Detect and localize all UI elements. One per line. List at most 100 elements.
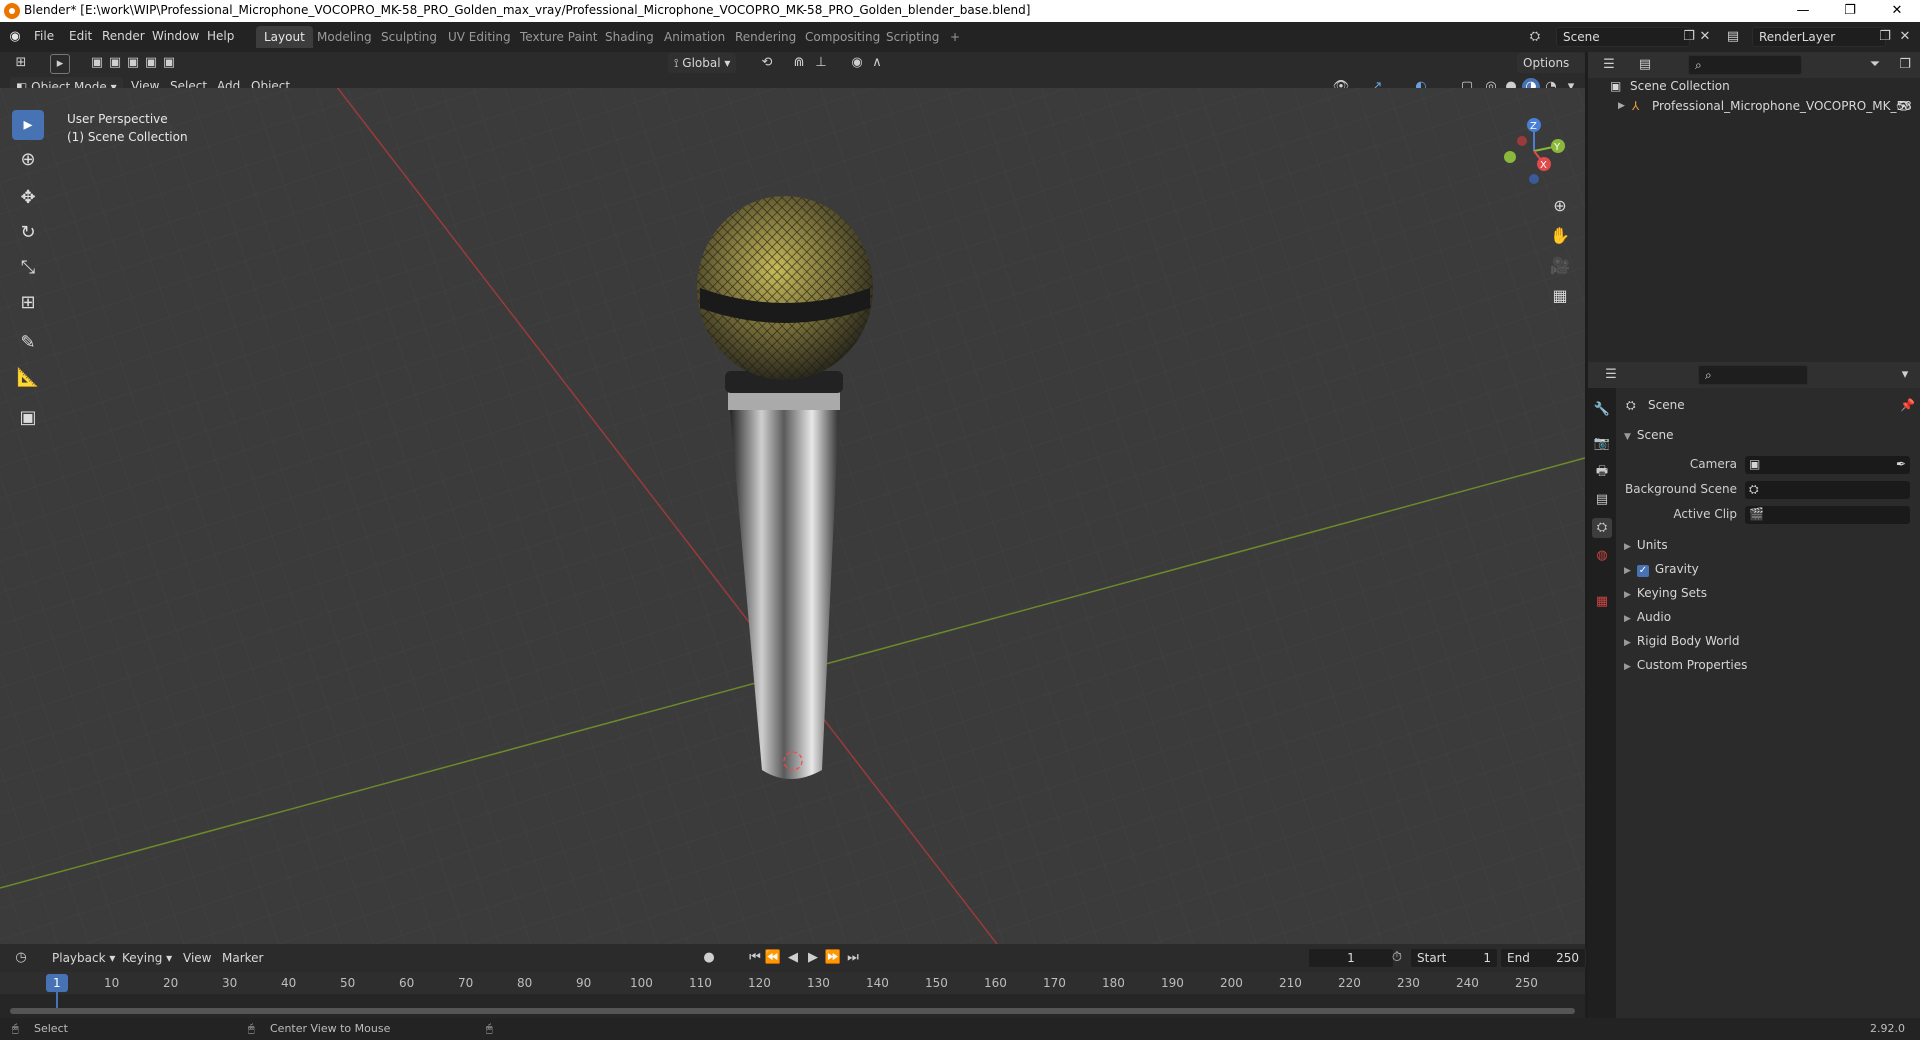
outliner-row-scene-collection[interactable]: ▣ Scene Collection — [1588, 76, 1920, 96]
falloff-icon[interactable]: ∧ — [868, 54, 886, 72]
menu-render[interactable]: Render — [102, 29, 145, 43]
proportional-edit-icon[interactable]: ◉ — [848, 54, 866, 72]
jump-start-icon[interactable]: ⏮ — [746, 949, 764, 967]
zoom-icon[interactable]: ⊕ — [1548, 194, 1572, 218]
tab-shading[interactable]: Shading — [597, 26, 662, 48]
eye-visibility-icon[interactable]: 👁 — [1896, 96, 1911, 116]
properties-options-icon[interactable]: ▾ — [1896, 366, 1914, 384]
renderlayer-field[interactable]: RenderLayer — [1752, 27, 1886, 47]
texture-tab-icon[interactable]: ▦ — [1592, 592, 1612, 612]
add-workspace-button[interactable]: + — [942, 26, 968, 48]
tab-texture-paint[interactable]: Texture Paint — [512, 26, 605, 48]
timeline-editor-icon[interactable]: ◷ — [12, 949, 30, 967]
snap-icon[interactable]: ⋒ — [790, 54, 808, 72]
pin-icon[interactable]: 📌 — [1900, 398, 1915, 412]
tab-modeling[interactable]: Modeling — [309, 26, 380, 48]
outliner-row-microphone[interactable]: ▶ ⅄ Professional_Microphone_VOCOPRO_MK_5… — [1588, 96, 1920, 116]
tab-uv-editing[interactable]: UV Editing — [440, 26, 519, 48]
tab-scripting[interactable]: Scripting — [878, 26, 947, 48]
menu-window[interactable]: Window — [152, 29, 199, 43]
section-rigid-body-world[interactable]: ▶ Rigid Body World — [1624, 634, 1739, 648]
timeline-scrollbar[interactable] — [10, 1008, 1575, 1014]
options-dropdown[interactable]: Options ▾ — [1517, 53, 1585, 90]
tool-tab-icon[interactable]: 🔧 — [1592, 400, 1612, 420]
timeline-menu-view[interactable]: View — [183, 951, 211, 965]
snap-target-icon[interactable]: ⊥ — [812, 54, 830, 72]
gravity-checkbox[interactable]: ✓ — [1636, 565, 1649, 577]
jump-keyframe-back-icon[interactable]: ⏪ — [764, 949, 782, 967]
scene-icon[interactable]: ⛭ — [1526, 28, 1544, 46]
close-button[interactable]: ✕ — [1874, 0, 1920, 22]
section-keying-sets[interactable]: ▶ Keying Sets — [1624, 586, 1707, 600]
minimize-button[interactable]: — — [1780, 0, 1826, 22]
scale-tool-icon[interactable]: ⤡ — [12, 253, 44, 283]
timeline-menu-marker[interactable]: Marker — [222, 951, 263, 965]
menu-edit[interactable]: Edit — [69, 29, 92, 43]
select-tool-icon[interactable]: ▸ — [50, 54, 70, 74]
navigation-gizmo[interactable]: Z Y X — [1500, 116, 1580, 191]
add-cube-tool-icon[interactable]: ▣ — [12, 403, 44, 433]
render-tab-icon[interactable]: 📷 — [1592, 434, 1612, 454]
select-box-tool-icon[interactable]: ▸ — [12, 110, 44, 140]
move-tool-icon[interactable]: ✥ — [12, 183, 44, 213]
output-tab-icon[interactable]: 🖶 — [1592, 462, 1612, 482]
menu-help[interactable]: Help — [207, 29, 234, 43]
cursor-tool-icon[interactable]: ⊕ — [12, 145, 44, 175]
world-tab-icon[interactable]: ◍ — [1592, 546, 1612, 566]
menu-file[interactable]: File — [34, 29, 54, 43]
tab-rendering[interactable]: Rendering — [727, 26, 804, 48]
select-new-icon[interactable]: ▣ — [88, 54, 106, 72]
new-layer-icon[interactable]: ❐ — [1876, 28, 1894, 46]
stopwatch-icon[interactable]: ⏱ — [1388, 949, 1406, 967]
tab-compositing[interactable]: Compositing — [797, 26, 888, 48]
pan-hand-icon[interactable]: ✋ — [1548, 224, 1572, 248]
display-mode-icon[interactable]: ▤ — [1636, 56, 1654, 74]
scene-tab-icon[interactable]: ⛭ — [1592, 518, 1612, 538]
expand-arrow-icon[interactable]: ▶ — [1618, 96, 1625, 116]
scene-field[interactable]: Scene — [1556, 27, 1690, 47]
tab-animation[interactable]: Animation — [656, 26, 733, 48]
scene-panel-header[interactable]: ▼ Scene — [1624, 428, 1674, 442]
start-frame-field[interactable]: Start 1 — [1410, 948, 1498, 968]
jump-keyframe-forward-icon[interactable]: ⏩ — [824, 949, 842, 967]
rotate-tool-icon[interactable]: ↻ — [12, 218, 44, 248]
end-frame-field[interactable]: End 250 — [1500, 948, 1586, 968]
select-intersect-icon[interactable]: ▣ — [160, 54, 178, 72]
section-gravity[interactable]: ▶ ✓ Gravity — [1624, 562, 1699, 577]
annotate-tool-icon[interactable]: ✎ — [12, 328, 44, 358]
outliner-search-input[interactable]: ⌕ — [1688, 55, 1802, 75]
outliner-editor-icon[interactable]: ☰ — [1600, 56, 1618, 74]
transform-orientation-dropdown[interactable]: ⟟ Global ▾ — [668, 53, 737, 73]
filter-icon[interactable]: ⏷ — [1866, 56, 1884, 74]
eyedropper-icon[interactable]: ✒ — [1896, 457, 1906, 471]
3d-viewport[interactable]: ▸ ⊕ ✥ ↻ ⤡ ⊞ ✎ 📐 ▣ Z Y X ⊕ ✋ 🎥 ▦ — [0, 88, 1585, 944]
section-audio[interactable]: ▶ Audio — [1624, 610, 1671, 624]
select-extend-icon[interactable]: ▣ — [106, 54, 124, 72]
remove-scene-icon[interactable]: ✕ — [1696, 28, 1714, 46]
properties-editor-icon[interactable]: ☰ — [1602, 366, 1620, 384]
view-layer-tab-icon[interactable]: ▤ — [1592, 490, 1612, 510]
measure-tool-icon[interactable]: 📐 — [12, 363, 44, 393]
select-subtract-icon[interactable]: ▣ — [124, 54, 142, 72]
play-icon[interactable]: ▶ — [804, 949, 822, 967]
section-units[interactable]: ▶ Units — [1624, 538, 1668, 552]
perspective-toggle-icon[interactable]: ▦ — [1548, 284, 1572, 308]
new-collection-icon[interactable]: ❐ — [1896, 56, 1914, 74]
view-layer-icon[interactable]: ▤ — [1724, 28, 1742, 46]
timeline-menu-playback[interactable]: Playback ▾ — [52, 951, 115, 965]
properties-search-input[interactable]: ⌕ — [1698, 365, 1808, 385]
current-frame-field[interactable]: 1 — [1308, 948, 1394, 968]
record-icon[interactable]: ● — [700, 949, 718, 967]
timeline-menu-keying[interactable]: Keying ▾ — [122, 951, 172, 965]
tab-sculpting[interactable]: Sculpting — [373, 26, 445, 48]
tab-layout[interactable]: Layout — [256, 26, 313, 48]
remove-layer-icon[interactable]: ✕ — [1896, 28, 1914, 46]
jump-end-icon[interactable]: ⏭ — [844, 949, 862, 967]
background-scene-field[interactable]: ⛭ — [1745, 481, 1910, 499]
restore-button[interactable]: ❐ — [1827, 0, 1873, 22]
section-custom-properties[interactable]: ▶ Custom Properties — [1624, 658, 1747, 672]
camera-field[interactable]: ▣ ✒ — [1745, 456, 1910, 474]
play-reverse-icon[interactable]: ◀ — [784, 949, 802, 967]
transform-tool-icon[interactable]: ⊞ — [12, 288, 44, 318]
select-invert-icon[interactable]: ▣ — [142, 54, 160, 72]
